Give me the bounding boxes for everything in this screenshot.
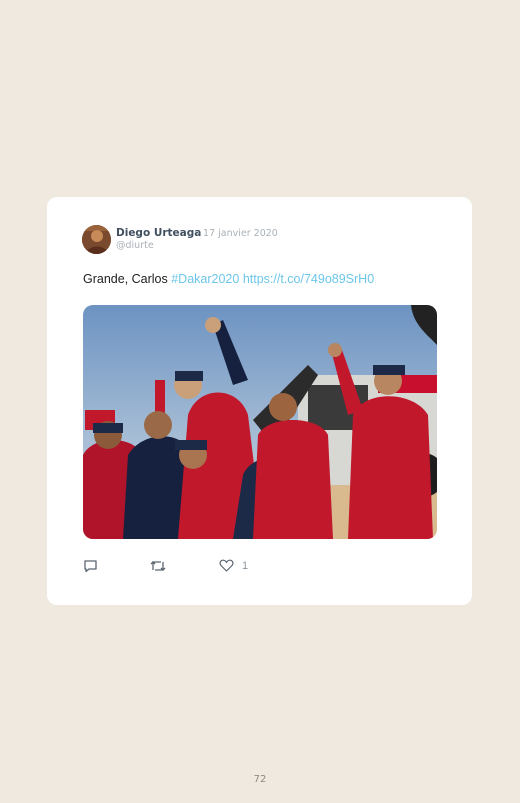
author-handle[interactable]: @diurte — [116, 240, 154, 251]
hashtag-link[interactable]: #Dakar2020 — [171, 272, 239, 286]
tweet-card: Diego Urteaga · 17 janvier 2020 @diurte … — [47, 197, 472, 605]
like-count: 1 — [242, 559, 249, 572]
retweet-button[interactable] — [149, 559, 167, 573]
avatar[interactable] — [82, 225, 111, 254]
heart-icon — [219, 559, 234, 572]
reply-icon — [83, 559, 98, 573]
tweet-text: Grande, Carlos #Dakar2020 https://t.co/7… — [83, 272, 374, 286]
page-number: 72 — [253, 774, 267, 785]
like-button[interactable]: 1 — [219, 559, 248, 572]
tweet-photo[interactable] — [83, 305, 437, 539]
tweet-actions: 1 — [83, 559, 283, 579]
tweet-date[interactable]: · 17 janvier 2020 — [197, 228, 278, 239]
url-link[interactable]: https://t.co/749o89SrH0 — [243, 272, 374, 286]
tweet-text-plain: Grande, Carlos — [83, 272, 172, 286]
author-name[interactable]: Diego Urteaga — [116, 227, 201, 239]
retweet-icon — [149, 559, 167, 573]
reply-button[interactable] — [83, 559, 98, 573]
